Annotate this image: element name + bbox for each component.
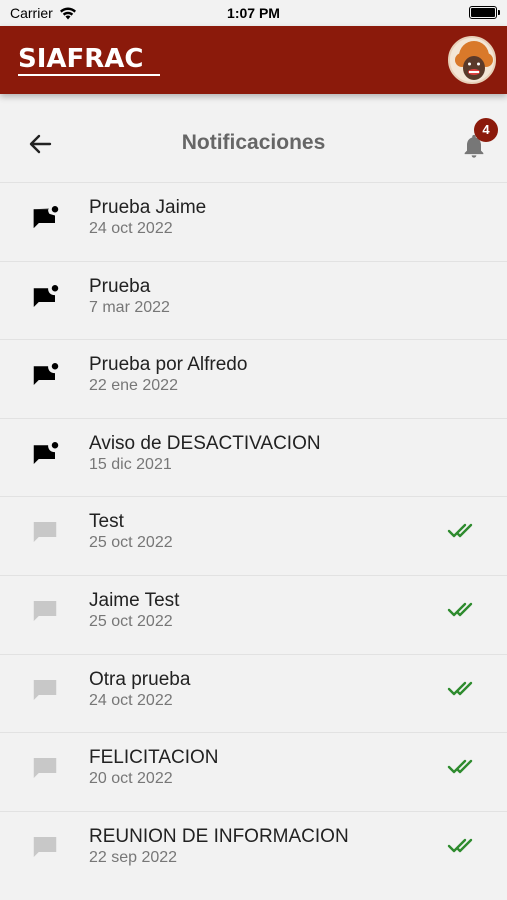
notification-title: FELICITACION	[89, 747, 219, 769]
notification-title: Otra prueba	[89, 668, 191, 690]
battery-icon	[469, 6, 500, 19]
double-check-icon	[447, 759, 473, 774]
notification-title: Test	[89, 511, 124, 533]
unread-message-icon	[33, 206, 59, 228]
read-message-icon	[33, 679, 57, 700]
logo-underline	[18, 74, 160, 76]
notification-date: 20 oct 2022	[89, 770, 173, 788]
list-item[interactable]: Otra prueba 24 oct 2022	[0, 653, 507, 733]
notification-title: Prueba	[89, 275, 151, 297]
double-check-icon	[447, 602, 473, 617]
double-check-icon	[447, 838, 473, 852]
notification-date: 7 mar 2022	[89, 298, 170, 316]
notification-date: 22 ene 2022	[89, 377, 178, 395]
list-item[interactable]: Prueba Jaime 24 oct 2022	[0, 182, 507, 261]
unread-message-icon	[33, 284, 59, 307]
notification-title: Aviso de DESACTIVACION	[89, 432, 321, 454]
status-bar: Carrier 1:07 PM	[0, 0, 507, 26]
notification-date: 15 dic 2021	[89, 455, 172, 473]
notification-date: 22 sep 2022	[89, 848, 178, 866]
notification-title: Prueba Jaime	[89, 197, 207, 218]
list-item[interactable]: Aviso de DESACTIVACION 15 dic 2021	[0, 417, 507, 497]
app-logo: SIAFRAC	[18, 44, 144, 74]
page-title: Notificaciones	[181, 131, 326, 154]
notification-title: Jaime Test	[89, 589, 180, 611]
notification-title: REUNION DE INFORMACION	[89, 825, 349, 847]
read-message-icon	[33, 836, 57, 857]
list-item[interactable]: Prueba por Alfredo 22 ene 2022	[0, 339, 507, 418]
read-message-icon	[33, 522, 57, 543]
notification-date: 24 oct 2022	[89, 220, 173, 237]
read-message-icon	[33, 600, 57, 621]
list-item[interactable]: REUNION DE INFORMACION 22 sep 2022	[0, 810, 507, 890]
app-bar: SIAFRAC	[0, 26, 507, 94]
avatar-image	[450, 38, 494, 82]
double-check-icon	[447, 681, 473, 695]
notification-list: Prueba Jaime 24 oct 2022 Prueba 7 mar 20…	[0, 182, 507, 889]
double-check-icon	[447, 524, 473, 538]
list-item[interactable]: Jaime Test 25 oct 2022	[0, 574, 507, 654]
notification-date: 25 oct 2022	[89, 534, 173, 552]
list-item[interactable]: Test 25 oct 2022	[0, 496, 507, 575]
status-time: 1:07 PM	[227, 5, 280, 21]
notification-date: 25 oct 2022	[89, 612, 173, 630]
unread-message-icon	[33, 441, 59, 464]
list-item[interactable]: FELICITACION 20 oct 2022	[0, 732, 507, 811]
list-item[interactable]: Prueba 7 mar 2022	[0, 260, 507, 340]
subheader: Notificaciones	[0, 104, 507, 182]
notification-title: Prueba por Alfredo	[89, 354, 248, 376]
unread-message-icon	[33, 363, 59, 386]
avatar[interactable]	[448, 36, 496, 84]
notification-date: 24 oct 2022	[89, 691, 173, 709]
notification-count-badge: 4	[474, 118, 498, 142]
read-message-icon	[33, 758, 57, 779]
